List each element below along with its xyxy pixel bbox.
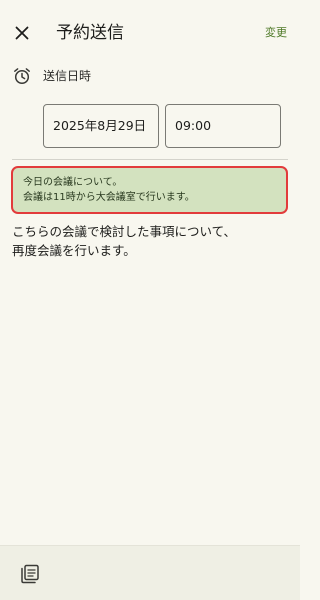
- quoted-message-line-2: 会議は11時から大会議室で行います。: [23, 192, 195, 203]
- quoted-message-line-1: 今日の会議について。: [23, 177, 123, 188]
- change-button[interactable]: 変更: [265, 25, 287, 41]
- template-stack-icon[interactable]: [18, 562, 42, 586]
- bottom-toolbar: [0, 545, 300, 600]
- divider: [12, 159, 288, 160]
- message-body[interactable]: こちらの会議で検討した事項について、 再度会議を行います。: [12, 222, 288, 260]
- message-line-1: こちらの会議で検討した事項について、: [12, 224, 237, 239]
- page-title: 予約送信: [56, 23, 124, 43]
- send-datetime-row: 送信日時: [0, 64, 300, 88]
- scheduled-send-screen: 予約送信 変更 送信日時 2025年8月29日 09:00 今日の会議について。…: [0, 0, 300, 600]
- date-field[interactable]: 2025年8月29日: [43, 104, 159, 148]
- send-datetime-label: 送信日時: [43, 69, 92, 83]
- time-field[interactable]: 09:00: [165, 104, 281, 148]
- message-line-2: 再度会議を行います。: [12, 243, 136, 258]
- alarm-clock-icon: [14, 68, 30, 85]
- close-button[interactable]: [8, 19, 36, 47]
- quoted-message: 今日の会議について。 会議は11時から大会議室で行います。: [11, 166, 288, 214]
- header: 予約送信 変更: [0, 0, 300, 66]
- close-icon: [15, 26, 29, 40]
